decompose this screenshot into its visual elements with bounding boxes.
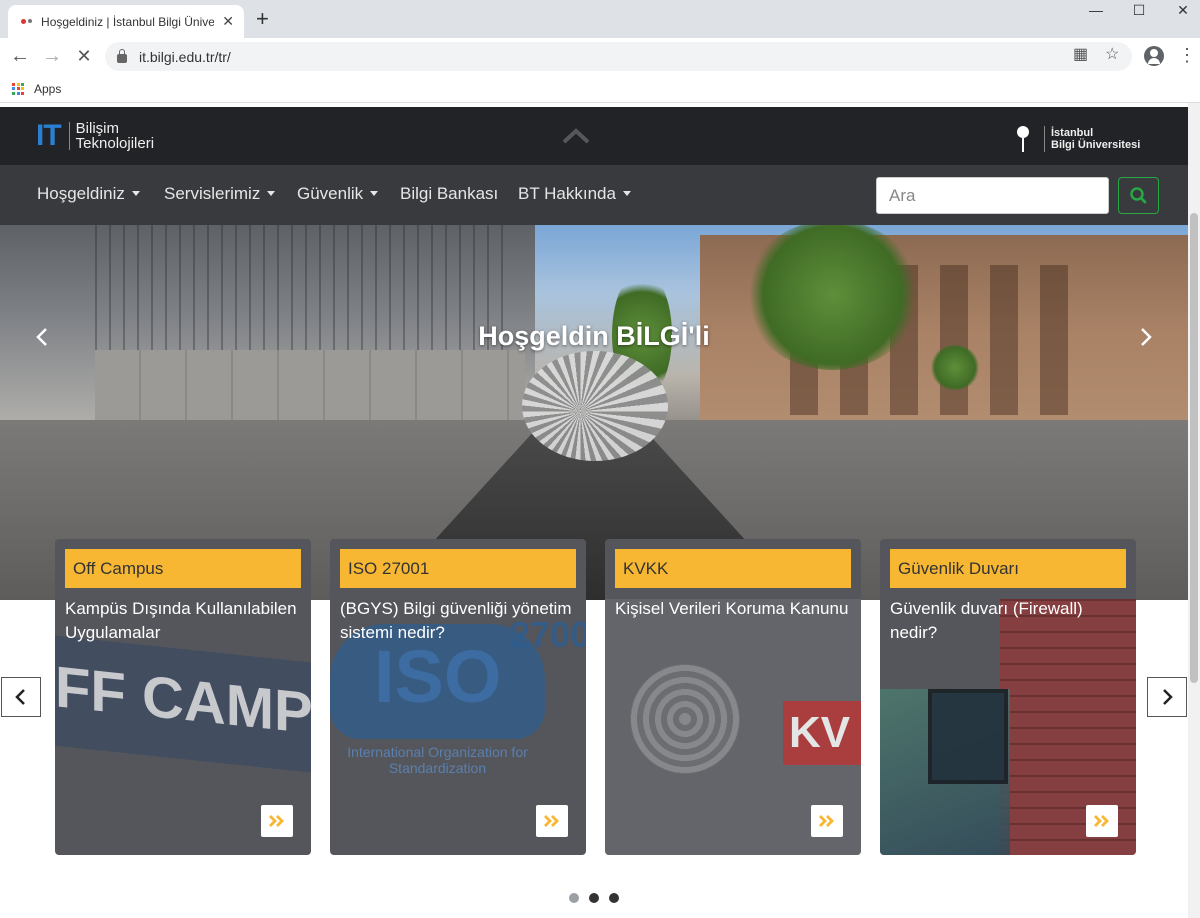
profile-icon[interactable] <box>1144 46 1164 66</box>
tab-title: Hoşgeldiniz | İstanbul Bilgi Üniversites… <box>41 14 215 29</box>
it-logo[interactable]: IT Bilişim Teknolojileri <box>36 119 154 152</box>
university-logo-divider <box>1044 126 1045 152</box>
card-off-campus[interactable]: FF CAMPU Off Campus Kampüs Dışında Kulla… <box>55 539 311 855</box>
double-chevron-right-icon <box>1094 815 1109 827</box>
nav-label: Servislerimiz <box>164 184 261 203</box>
cards-prev-button[interactable] <box>1 677 41 717</box>
pagination-dot-2[interactable] <box>589 893 599 903</box>
card-text: Güvenlik duvarı (Firewall) nedir? <box>890 599 1083 642</box>
chevron-right-icon <box>1163 689 1173 705</box>
university-name-line2: Bilgi Üniversitesi <box>1051 139 1141 151</box>
card-more-button[interactable] <box>1086 805 1118 837</box>
nav-label: Hoşgeldiniz <box>37 184 125 203</box>
nav-item-bt-hakkinda[interactable]: BT Hakkında <box>518 184 631 204</box>
nav-label: Bilgi Bankası <box>400 184 499 203</box>
collapse-up-chevron-icon[interactable] <box>562 128 590 144</box>
card-background-text: KV <box>783 701 861 765</box>
card-text: Kişisel Verileri Koruma Kanunu <box>615 599 849 618</box>
apps-grid-icon[interactable] <box>12 82 24 95</box>
dropdown-caret-icon <box>131 191 140 196</box>
bookmark-star-icon[interactable]: ☆ <box>1105 44 1119 64</box>
nav-item-hosgeldiniz[interactable]: Hoşgeldiniz <box>37 184 140 204</box>
card-background-text: ISO <box>374 635 502 718</box>
pagination-dot-3[interactable] <box>609 893 619 903</box>
card-text: (BGYS) Bilgi güvenliği yönetim sistemi n… <box>340 599 572 642</box>
nav-label: BT Hakkında <box>518 184 616 203</box>
main-navigation: Hoşgeldiniz Servislerimiz Güvenlik Bilgi… <box>0 165 1188 225</box>
card-tag: Off Campus <box>65 549 301 588</box>
double-chevron-right-icon <box>544 815 559 827</box>
bookmarks-bar: Apps <box>0 75 1200 103</box>
card-background-caption: International Organization for Standardi… <box>347 744 528 776</box>
it-logo-line2: Teknolojileri <box>75 135 155 152</box>
hero-next-arrow-icon[interactable] <box>1136 325 1156 349</box>
dropdown-caret-icon <box>622 191 631 196</box>
hero-prev-arrow-icon[interactable] <box>32 325 52 349</box>
new-tab-button[interactable]: + <box>256 8 269 30</box>
card-iso-27001[interactable]: ISO 2700 International Organization for … <box>330 539 586 855</box>
back-arrow-icon[interactable]: ← <box>8 44 32 68</box>
browser-tabbar: Hoşgeldiniz | İstanbul Bilgi Üniversites… <box>0 0 1200 38</box>
double-chevron-right-icon <box>269 815 284 827</box>
nav-item-bilgi-bankasi[interactable]: Bilgi Bankası <box>400 184 498 204</box>
stop-loading-icon[interactable]: ✕ <box>72 44 96 68</box>
site-top-bar: IT Bilişim Teknolojileri <box>0 107 1188 165</box>
search-input[interactable] <box>876 177 1109 214</box>
forward-arrow-icon[interactable]: → <box>40 44 64 68</box>
minimize-icon[interactable]: — <box>1081 2 1111 18</box>
cards-next-button[interactable] <box>1147 677 1187 717</box>
maximize-icon[interactable]: ☐ <box>1124 2 1154 19</box>
university-emblem-icon <box>1016 126 1030 152</box>
pagination-dot-1[interactable] <box>569 893 579 903</box>
translate-icon[interactable]: ▦ <box>1073 44 1088 64</box>
card-tag: KVKK <box>615 549 851 588</box>
lock-icon <box>117 49 127 63</box>
card-more-button[interactable] <box>536 805 568 837</box>
card-background-monitor <box>928 689 1008 784</box>
search-button[interactable] <box>1118 177 1159 214</box>
nav-item-guvenlik[interactable]: Güvenlik <box>297 184 379 204</box>
university-name-line1: İstanbul <box>1051 127 1094 139</box>
logo-divider <box>68 122 70 150</box>
url-text: it.bilgi.edu.tr/tr/ <box>139 48 231 65</box>
university-name: İstanbul Bilgi Üniversitesi <box>1051 127 1140 151</box>
hero-photo-detail <box>95 350 525 425</box>
scrollbar-thumb[interactable] <box>1190 213 1198 683</box>
browser-menu-icon[interactable]: ⋮ <box>1178 45 1196 66</box>
search-icon <box>1130 187 1147 204</box>
hero-photo-sculpture <box>522 351 668 461</box>
bookmark-apps[interactable]: Apps <box>34 82 61 96</box>
card-text: Kampüs Dışında Kullanılabilen Uygulamala… <box>65 599 297 642</box>
card-tag: Güvenlik Duvarı <box>890 549 1126 588</box>
it-logo-text: Bilişim Teknolojileri <box>76 121 154 151</box>
site-favicon-icon <box>20 15 33 29</box>
card-guvenlik-duvari[interactable]: Güvenlik Duvarı Güvenlik duvarı (Firewal… <box>880 539 1136 855</box>
page-scrollbar[interactable] <box>1188 103 1200 918</box>
tab-close-icon[interactable]: ✕ <box>222 13 234 30</box>
double-chevron-right-icon <box>819 815 834 827</box>
card-tag: ISO 27001 <box>340 549 576 588</box>
hero-title: Hoşgeldin BİLGİ'li <box>478 321 710 351</box>
nav-label: Güvenlik <box>297 184 364 203</box>
window-close-icon[interactable]: ✕ <box>1168 2 1198 19</box>
dropdown-caret-icon <box>267 191 276 196</box>
card-kvkk[interactable]: KV KVKK Kişisel Verileri Koruma Kanunu <box>605 539 861 855</box>
dropdown-caret-icon <box>370 191 379 196</box>
nav-item-servislerimiz[interactable]: Servislerimiz <box>164 184 276 204</box>
university-logo[interactable]: İstanbul Bilgi Üniversitesi <box>1016 126 1140 152</box>
it-logo-mark: IT <box>36 119 62 152</box>
address-bar[interactable]: it.bilgi.edu.tr/tr/ <box>105 42 1132 71</box>
card-more-button[interactable] <box>261 805 293 837</box>
card-more-button[interactable] <box>811 805 843 837</box>
card-background-target <box>630 664 740 774</box>
browser-tab[interactable]: Hoşgeldiniz | İstanbul Bilgi Üniversites… <box>8 5 244 38</box>
browser-toolbar: ← → ✕ it.bilgi.edu.tr/tr/ ▦ ☆ ⋮ <box>0 38 1200 75</box>
chevron-left-icon <box>15 689 25 705</box>
